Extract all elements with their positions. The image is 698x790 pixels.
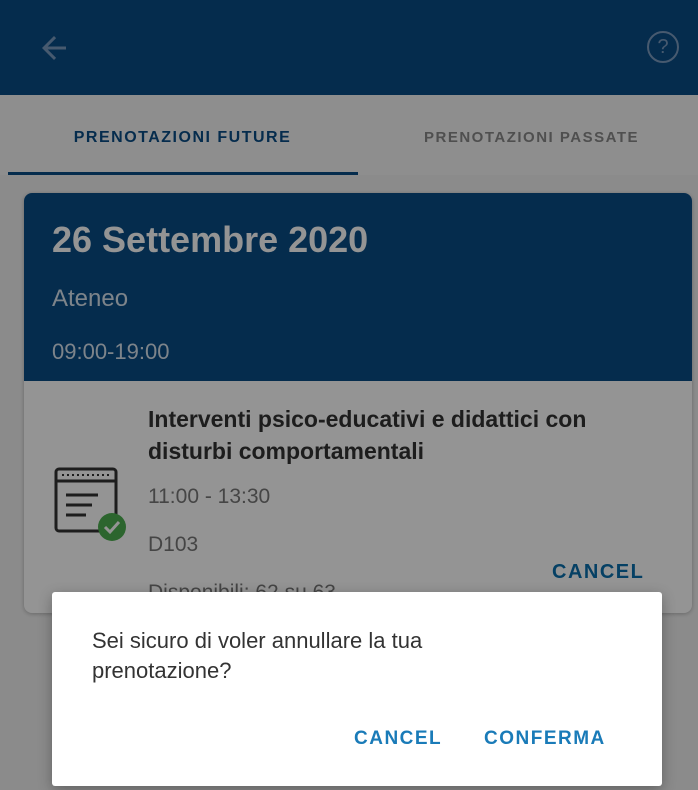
dialog-confirm-button[interactable]: CONFERMA bbox=[484, 728, 606, 750]
dialog-cancel-button[interactable]: CANCEL bbox=[354, 728, 442, 750]
confirm-dialog: Sei sicuro di voler annullare la tua pre… bbox=[52, 592, 662, 786]
dialog-message: Sei sicuro di voler annullare la tua pre… bbox=[92, 628, 423, 683]
